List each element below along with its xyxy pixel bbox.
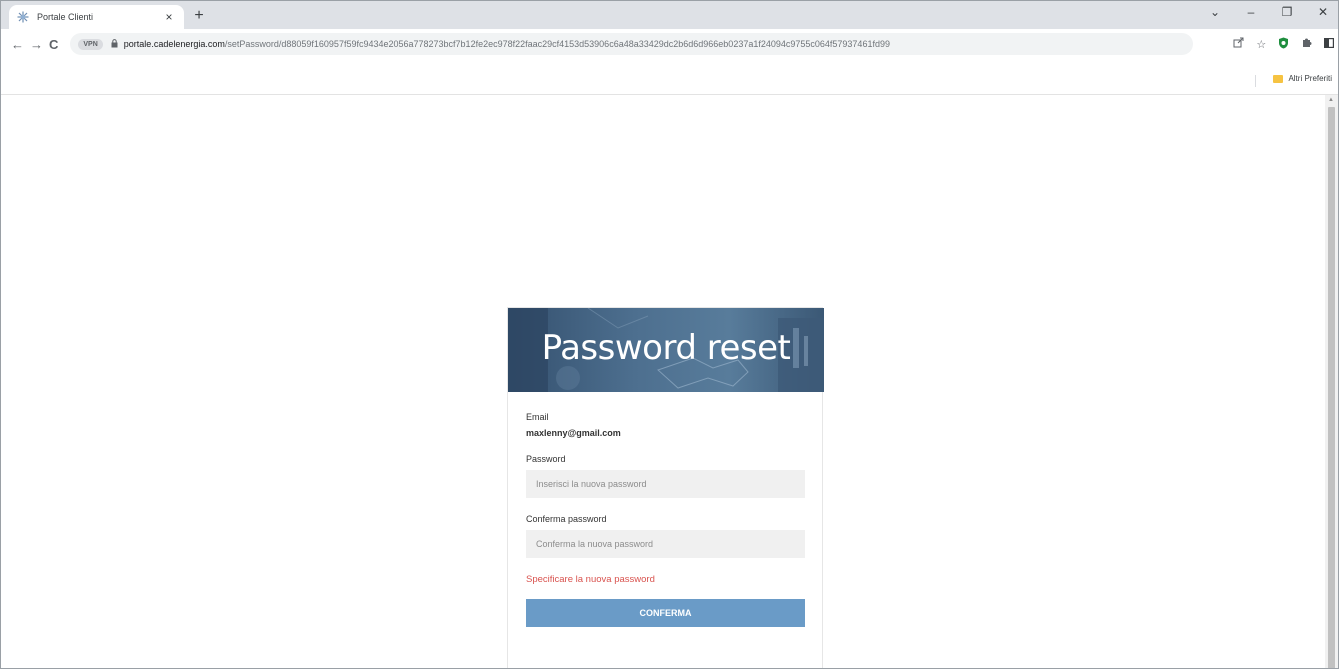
password-input[interactable] — [526, 470, 805, 498]
share-icon[interactable] — [1233, 37, 1244, 51]
browser-toolbar: ← → C VPN portale.cadelenergia.com/setPa… — [1, 29, 1338, 59]
bookmarks-bar: Altri Preferiti — [1, 59, 1338, 95]
vertical-scrollbar[interactable]: ▲ — [1325, 95, 1338, 668]
lock-icon[interactable] — [111, 38, 118, 50]
scrollbar-thumb[interactable] — [1328, 107, 1335, 668]
url-path: /setPassword/d88059f160957f59fc9434e2056… — [224, 39, 890, 49]
minimize-icon[interactable]: – — [1244, 5, 1258, 19]
hero-banner: Password reset — [508, 308, 824, 392]
confirm-password-label: Conferma password — [526, 514, 607, 524]
reset-form: Email maxlenny@gmail.com Password Confer… — [508, 392, 822, 627]
other-bookmarks-label: Altri Preferiti — [1288, 74, 1332, 83]
puzzle-icon[interactable] — [1301, 37, 1312, 51]
back-icon[interactable]: ← — [11, 37, 24, 52]
card-title: Password reset — [541, 328, 791, 368]
restore-icon[interactable]: ❐ — [1280, 5, 1294, 19]
address-bar[interactable]: VPN portale.cadelenergia.com/setPassword… — [70, 33, 1194, 55]
tab-title: Portale Clienti — [37, 12, 94, 22]
shield-extension-icon[interactable] — [1278, 37, 1289, 52]
url-host: portale.cadelenergia.com — [123, 39, 225, 49]
url-text: portale.cadelenergia.com/setPassword/d88… — [124, 39, 890, 49]
error-message: Specificare la nuova password — [526, 574, 655, 585]
close-window-icon[interactable]: ✕ — [1316, 5, 1330, 19]
confirm-button[interactable]: CONFERMA — [526, 599, 805, 627]
sidebar-icon[interactable] — [1324, 37, 1335, 51]
reload-icon[interactable]: C — [49, 37, 58, 52]
tab-portale-clienti[interactable]: Portale Clienti × — [9, 5, 184, 29]
forward-icon[interactable]: → — [30, 37, 43, 52]
extension-icons: ☆ ⋮ — [1233, 37, 1338, 52]
scroll-up-icon[interactable]: ▲ — [1328, 97, 1334, 103]
password-label: Password — [526, 454, 566, 464]
new-tab-button[interactable]: + — [189, 7, 209, 25]
favicon-icon — [17, 11, 29, 23]
password-reset-card: Password reset Email maxlenny@gmail.com … — [507, 307, 824, 668]
confirm-password-input[interactable] — [526, 530, 805, 558]
window-controls: ⌄ – ❐ ✕ — [1208, 5, 1330, 19]
tab-search-icon[interactable]: ⌄ — [1208, 5, 1222, 19]
browser-window: Portale Clienti × + ⌄ – ❐ ✕ ← → C VPN po… — [0, 0, 1339, 669]
email-value: maxlenny@gmail.com — [526, 428, 621, 438]
other-bookmarks-folder[interactable]: Altri Preferiti — [1273, 74, 1332, 83]
tab-strip: Portale Clienti × + ⌄ – ❐ ✕ — [1, 1, 1338, 29]
vpn-badge[interactable]: VPN — [78, 38, 103, 50]
email-label: Email — [526, 412, 549, 422]
bookmarks-separator — [1255, 75, 1256, 87]
star-icon[interactable]: ☆ — [1256, 38, 1266, 51]
close-tab-icon[interactable]: × — [162, 10, 176, 24]
folder-icon — [1273, 74, 1284, 83]
